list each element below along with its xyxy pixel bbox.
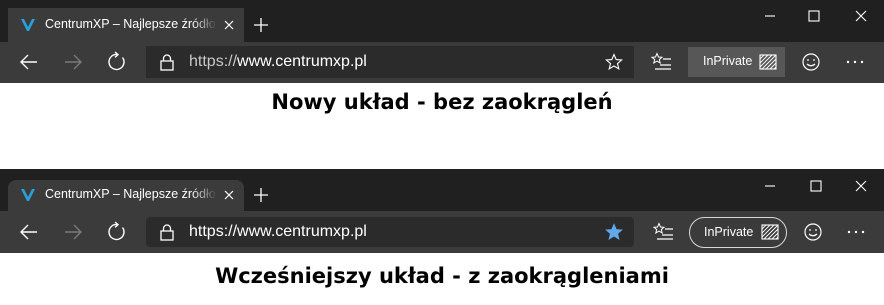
forward-arrow-icon[interactable] bbox=[62, 51, 84, 73]
inprivate-icon bbox=[759, 54, 777, 70]
navigation-toolbar: https://www.centrumxp.pl InPrivate bbox=[0, 42, 884, 83]
inprivate-badge[interactable]: InPrivate bbox=[689, 217, 787, 248]
url-text: https://www.centrumxp.pl bbox=[189, 53, 367, 71]
url-scheme: https:// bbox=[189, 53, 238, 70]
star-icon[interactable] bbox=[605, 53, 623, 71]
maximize-icon[interactable] bbox=[804, 6, 824, 26]
maximize-icon[interactable] bbox=[806, 176, 826, 196]
url-host: www.centrumxp.pl bbox=[237, 53, 367, 70]
url-host: www.centrumxp.pl bbox=[237, 223, 367, 240]
refresh-icon[interactable] bbox=[106, 221, 128, 243]
close-icon[interactable] bbox=[851, 176, 871, 196]
minimize-icon[interactable] bbox=[760, 176, 780, 196]
inprivate-badge[interactable]: InPrivate bbox=[688, 47, 785, 77]
favorites-list-icon[interactable] bbox=[653, 221, 675, 243]
favorites-list-icon[interactable] bbox=[651, 51, 673, 73]
inprivate-label: InPrivate bbox=[703, 54, 753, 68]
minimize-icon[interactable] bbox=[760, 6, 780, 26]
forward-arrow-icon[interactable] bbox=[62, 221, 84, 243]
refresh-icon[interactable] bbox=[106, 51, 128, 73]
title-bar: CentrumXP – Najlepsze źródło ze bbox=[0, 169, 884, 211]
browser-tab[interactable]: CentrumXP – Najlepsze źródło ze bbox=[8, 8, 244, 42]
new-layout-caption: Nowy układ - bez zaokrągleń bbox=[271, 90, 613, 114]
inprivate-icon bbox=[761, 224, 779, 240]
smiley-icon[interactable] bbox=[802, 221, 824, 243]
url-text: https://www.centrumxp.pl bbox=[189, 223, 367, 241]
tab-title: CentrumXP – Najlepsze źródło ze bbox=[45, 17, 217, 31]
more-ellipsis-icon[interactable] bbox=[845, 221, 867, 243]
new-tab-icon[interactable] bbox=[251, 15, 271, 35]
lock-icon bbox=[160, 54, 174, 71]
inprivate-label: InPrivate bbox=[704, 225, 754, 239]
back-arrow-icon[interactable] bbox=[18, 221, 40, 243]
title-bar: CentrumXP – Najlepsze źródło ze bbox=[0, 0, 884, 42]
tab-title: CentrumXP – Najlepsze źródło ze bbox=[45, 187, 217, 201]
back-arrow-icon[interactable] bbox=[18, 51, 40, 73]
centrumxp-logo-icon bbox=[21, 19, 35, 31]
more-ellipsis-icon[interactable] bbox=[844, 51, 866, 73]
smiley-icon[interactable] bbox=[800, 51, 822, 73]
url-scheme: https:// bbox=[189, 223, 238, 240]
address-bar[interactable]: https://www.centrumxp.pl bbox=[146, 46, 634, 78]
lock-icon bbox=[160, 224, 174, 241]
star-icon[interactable] bbox=[605, 223, 623, 241]
centrumxp-logo-icon bbox=[21, 189, 35, 201]
browser-tab[interactable]: CentrumXP – Najlepsze źródło ze bbox=[8, 180, 244, 211]
navigation-toolbar: https://www.centrumxp.pl InPrivate bbox=[0, 211, 884, 253]
new-tab-icon[interactable] bbox=[251, 185, 271, 205]
old-layout-caption: Wcześniejszy układ - z zaokrągleniami bbox=[215, 264, 669, 288]
tab-close-icon[interactable] bbox=[222, 18, 236, 32]
tab-close-icon[interactable] bbox=[222, 188, 236, 202]
close-icon[interactable] bbox=[851, 6, 871, 26]
address-bar[interactable]: https://www.centrumxp.pl bbox=[146, 217, 634, 247]
